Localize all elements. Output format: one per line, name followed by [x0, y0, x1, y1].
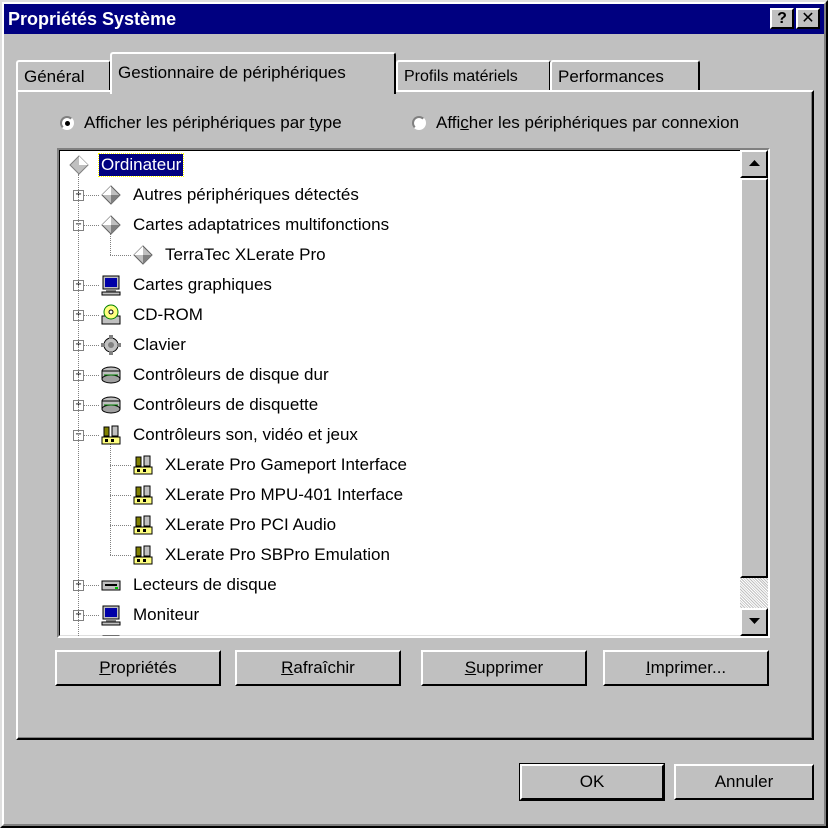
- disk-drive-icon: [101, 580, 121, 591]
- tab-device-manager[interactable]: Gestionnaire de périphériques: [110, 52, 396, 94]
- title-bar[interactable]: Propriétés Système ? ✕: [4, 4, 824, 34]
- tree-item[interactable]: Contrôleurs son, vidéo et jeux: [99, 420, 360, 450]
- tree-item[interactable]: XLerate Pro PCI Audio: [131, 510, 338, 540]
- disk-controller-icon: [101, 396, 121, 414]
- close-button[interactable]: ✕: [796, 8, 820, 29]
- tree-item-label: Contrôleurs son, vidéo et jeux: [133, 425, 358, 444]
- diamond-device-icon: [133, 245, 153, 265]
- view-by-type-label: Afficher les périphériques par type: [84, 113, 342, 132]
- tree-connector: [110, 255, 131, 256]
- tree-item[interactable]: Clavier: [99, 330, 188, 360]
- tree-item-label: XLerate Pro SBPro Emulation: [165, 545, 390, 564]
- computer-diamond-icon: [69, 155, 89, 175]
- tree-item-label: Cartes adaptatrices multifonctions: [133, 215, 390, 234]
- diamond-device-icon: [101, 215, 121, 235]
- scroll-track[interactable]: [740, 578, 768, 608]
- monitor-icon: [101, 275, 121, 296]
- tree-item[interactable]: XLerate Pro MPU-401 Interface: [131, 480, 405, 510]
- tree-item[interactable]: Cartes adaptatrices multifonctions: [99, 210, 391, 240]
- scroll-up-button[interactable]: [740, 150, 768, 178]
- tree-item[interactable]: Périphériques système: [99, 630, 308, 636]
- tree-item-label: Clavier: [133, 335, 186, 354]
- disk-controller-icon: [101, 366, 121, 384]
- tree-item[interactable]: XLerate Pro SBPro Emulation: [131, 540, 392, 570]
- tree-item-label: XLerate Pro PCI Audio: [165, 515, 337, 534]
- view-by-connection-option[interactable]: Afficher les périphériques par connexion: [412, 110, 739, 136]
- view-by-type-option[interactable]: Afficher les périphériques par type: [60, 110, 342, 136]
- tree-item-label: Ordinateur: [97, 153, 185, 177]
- tree-connector: [110, 525, 131, 526]
- view-by-connection-label: Afficher les périphériques par connexion: [436, 113, 740, 132]
- tree-item-label: XLerate Pro Gameport Interface: [165, 455, 407, 474]
- tab-label: Gestionnaire de périphériques: [118, 63, 346, 82]
- tree-connector: [110, 555, 131, 556]
- tree-item[interactable]: CD-ROM: [99, 300, 205, 330]
- tree-item-label: Lecteurs de disque: [133, 575, 277, 594]
- window-title: Propriétés Système: [8, 9, 177, 29]
- tab-label: Profils matériels: [404, 68, 518, 85]
- tree-item[interactable]: Contrôleurs de disquette: [99, 390, 320, 420]
- multimedia-icon: [133, 455, 153, 475]
- multimedia-icon: [133, 545, 153, 565]
- device-tree[interactable]: +−+++++−+++ OrdinateurAutres périphériqu…: [57, 148, 770, 638]
- tree-item[interactable]: Lecteurs de disque: [99, 570, 279, 600]
- system-properties-window: Propriétés Système ? ✕ Général Gestionna…: [0, 0, 828, 828]
- radio-by-type[interactable]: [60, 116, 74, 130]
- tree-item-label: Contrôleurs de disquette: [133, 395, 319, 414]
- tree-connector: [110, 465, 131, 466]
- multimedia-icon: [101, 425, 121, 445]
- cd-drive-icon: [101, 304, 121, 325]
- tab-label: Général: [24, 67, 85, 86]
- help-button[interactable]: ?: [770, 8, 794, 29]
- tree-item[interactable]: Moniteur: [99, 600, 201, 630]
- multimedia-icon: [133, 515, 153, 535]
- tree-connector: [110, 444, 111, 555]
- tree-item-label: CD-ROM: [133, 305, 203, 324]
- tree-vertical-scrollbar[interactable]: [740, 150, 768, 636]
- ok-button[interactable]: OK: [520, 764, 664, 800]
- diamond-device-icon: [101, 185, 121, 205]
- tree-item[interactable]: Autres périphériques détectés: [99, 180, 361, 210]
- keyboard-icon: [101, 335, 121, 355]
- tree-item-label: Périphériques système: [131, 634, 308, 636]
- print-button[interactable]: Imprimer...: [603, 650, 769, 686]
- tree-item-label: Moniteur: [133, 605, 200, 624]
- tree-connector: [78, 174, 79, 636]
- arrow-down-icon: [749, 618, 760, 624]
- cancel-button[interactable]: Annuler: [674, 764, 814, 800]
- tree-item-label: TerraTec XLerate Pro: [165, 245, 326, 264]
- tree-item-label: Autres périphériques détectés: [133, 185, 359, 204]
- tree-item[interactable]: Contrôleurs de disque dur: [99, 360, 331, 390]
- tree-item[interactable]: TerraTec XLerate Pro: [131, 240, 328, 270]
- tree-item-label: Contrôleurs de disque dur: [133, 365, 329, 384]
- scroll-thumb[interactable]: [740, 178, 768, 578]
- tree-item-label: Cartes graphiques: [133, 275, 272, 294]
- properties-button[interactable]: Propriétés: [55, 650, 221, 686]
- tab-general[interactable]: Général: [16, 60, 111, 92]
- tree-connector: [110, 495, 131, 496]
- refresh-button[interactable]: Rafraîchir: [235, 650, 401, 686]
- tab-hardware-profiles[interactable]: Profils matériels: [396, 60, 551, 92]
- help-icon: ?: [777, 10, 787, 27]
- tree-item[interactable]: XLerate Pro Gameport Interface: [131, 450, 409, 480]
- scroll-down-button[interactable]: [740, 608, 768, 636]
- radio-by-connection[interactable]: [412, 116, 426, 130]
- remove-button[interactable]: Supprimer: [421, 650, 587, 686]
- close-icon: ✕: [801, 10, 815, 27]
- arrow-up-icon: [749, 160, 760, 166]
- system-device-icon: [102, 635, 120, 636]
- tree-item[interactable]: Ordinateur: [67, 150, 185, 180]
- tree-item-label: XLerate Pro MPU-401 Interface: [165, 485, 404, 504]
- tree-item[interactable]: Cartes graphiques: [99, 270, 274, 300]
- tab-performance[interactable]: Performances: [550, 60, 700, 92]
- tab-label: Performances: [558, 67, 664, 86]
- monitor-icon: [101, 605, 121, 626]
- multimedia-icon: [133, 485, 153, 505]
